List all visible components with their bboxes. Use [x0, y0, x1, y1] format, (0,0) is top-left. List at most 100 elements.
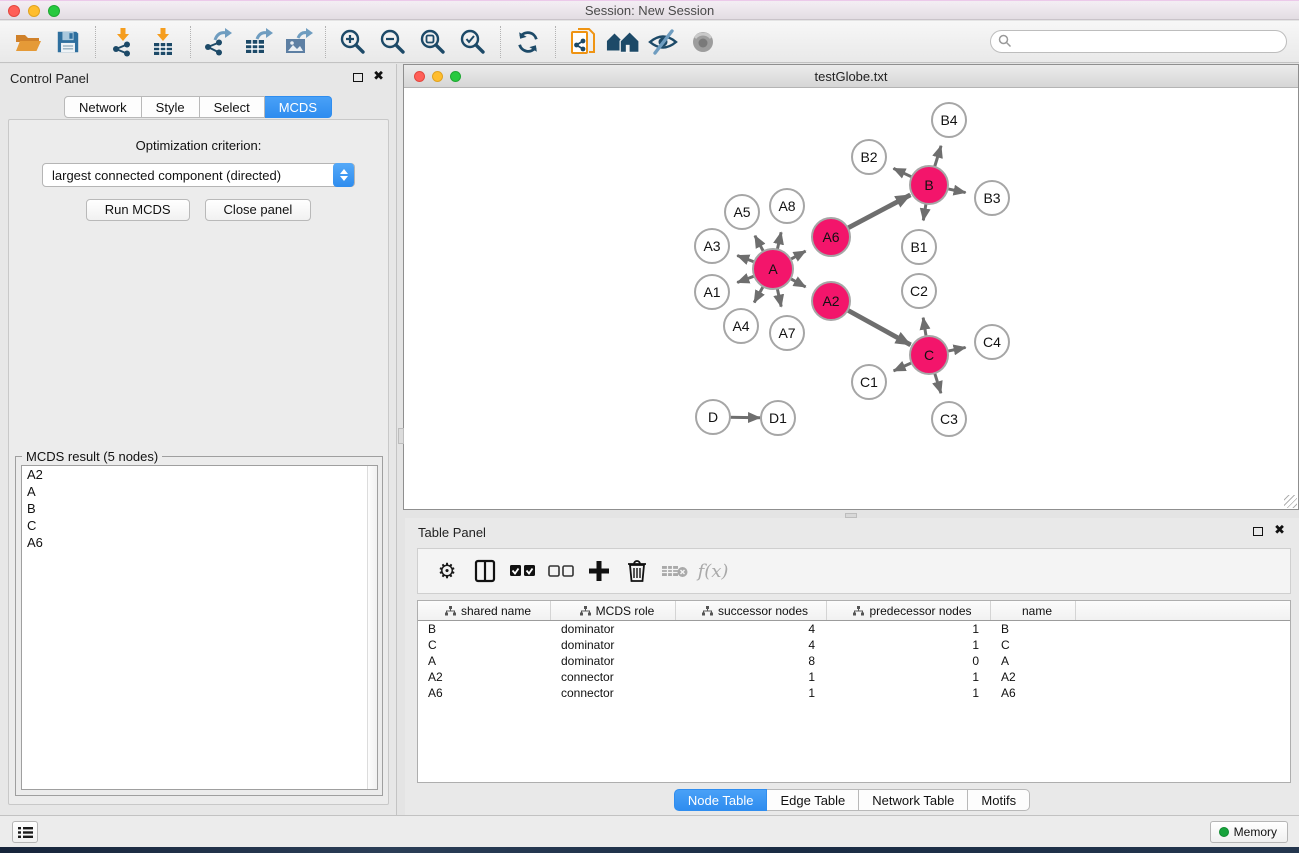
network-window-titlebar[interactable]: testGlobe.txt — [404, 65, 1298, 88]
toolbar-separator — [555, 26, 556, 58]
tab-style[interactable]: Style — [142, 96, 200, 118]
edge-C-C1[interactable] — [894, 362, 914, 371]
function-builder-icon[interactable]: f(x) — [698, 555, 728, 587]
network-canvas[interactable]: ABCA6A2A1A3A4A5A7A8B1B2B3B4C1C2C3C4DD1 — [405, 88, 1297, 508]
edge-C-C2[interactable] — [923, 318, 926, 339]
cell-successor-nodes: 8 — [676, 653, 827, 669]
delete-table-icon[interactable] — [660, 555, 690, 587]
edge-C-C3[interactable] — [934, 371, 941, 393]
window-resize-grip[interactable] — [1284, 495, 1297, 508]
memory-button[interactable]: Memory — [1210, 821, 1288, 843]
column-header-name[interactable]: name — [991, 601, 1076, 620]
refresh-glyph — [515, 29, 541, 55]
new-network-from-selection-icon[interactable] — [563, 25, 603, 59]
edge-C-C4[interactable] — [946, 347, 966, 351]
tab-node-table[interactable]: Node Table — [674, 789, 768, 811]
close-panel-button[interactable]: Close panel — [205, 199, 312, 221]
float-table-panel-icon[interactable] — [1253, 527, 1263, 536]
export-image-icon[interactable] — [278, 25, 318, 59]
tab-network-table[interactable]: Network Table — [859, 789, 968, 811]
edge-A-A7[interactable] — [777, 287, 781, 307]
refresh-layout-icon[interactable] — [508, 25, 548, 59]
search-input[interactable] — [990, 30, 1287, 53]
mcds-result-item[interactable]: B — [22, 500, 377, 517]
cell-shared-name: C — [418, 637, 551, 653]
mcds-result-item[interactable]: A — [22, 483, 377, 500]
zoom-out-icon[interactable] — [373, 25, 413, 59]
task-history-button[interactable] — [12, 821, 38, 843]
splitter-grip-vertical[interactable] — [398, 428, 404, 444]
cell-successor-nodes: 1 — [676, 685, 827, 701]
mcds-tab-content: Optimization criterion: largest connecte… — [8, 119, 389, 805]
table-row[interactable]: A2connector11A2 — [418, 669, 1290, 685]
table-row[interactable]: Cdominator41C — [418, 637, 1290, 653]
hierarchy-icon — [853, 606, 864, 616]
zoom-out-glyph — [379, 28, 407, 56]
deselect-all-checks-icon[interactable] — [546, 555, 576, 587]
column-header-label: MCDS role — [596, 604, 655, 618]
import-network-icon[interactable] — [103, 25, 143, 59]
cell-mcds-role: connector — [551, 685, 676, 701]
zoom-selected-glyph — [459, 28, 487, 56]
zoom-fit-glyph — [419, 28, 447, 56]
close-panel-icon[interactable]: ✖ — [373, 69, 384, 84]
edge-B-B2[interactable] — [893, 168, 913, 177]
column-header-predecessor-nodes[interactable]: predecessor nodes — [827, 601, 991, 620]
optimization-criterion-select[interactable]: largest connected component (directed) — [42, 163, 355, 187]
cell-name: C — [991, 637, 1076, 653]
tab-edge-table[interactable]: Edge Table — [767, 789, 859, 811]
hide-selected-icon[interactable] — [643, 25, 683, 59]
column-header-filler — [1076, 601, 1290, 620]
edge-B-B4[interactable] — [934, 146, 941, 169]
zoom-fit-icon[interactable] — [413, 25, 453, 59]
column-header-label: name — [1022, 604, 1052, 618]
edge-A6-B[interactable] — [846, 195, 910, 229]
column-header-successor-nodes[interactable]: successor nodes — [676, 601, 827, 620]
edge-A2-C[interactable] — [846, 309, 911, 345]
column-header-shared-name[interactable]: shared name — [418, 601, 551, 620]
import-table-icon[interactable] — [143, 25, 183, 59]
node-label-C4: C4 — [983, 334, 1001, 350]
control-panel-header: Control Panel ✖ — [0, 64, 396, 94]
open-file-icon[interactable] — [8, 25, 48, 59]
folder-icon — [14, 28, 42, 56]
export-network-icon[interactable] — [198, 25, 238, 59]
node-label-B: B — [924, 177, 933, 193]
delete-columns-icon[interactable] — [622, 555, 652, 587]
first-neighbors-icon[interactable] — [603, 25, 643, 59]
edge-A-A4[interactable] — [754, 285, 764, 303]
table-settings-icon[interactable]: ⚙ — [432, 555, 462, 587]
show-all-icon[interactable] — [683, 25, 723, 59]
tab-network[interactable]: Network — [64, 96, 142, 118]
table-row[interactable]: Bdominator41B — [418, 621, 1290, 637]
mcds-result-list[interactable]: A2ABCA6 — [21, 465, 378, 790]
zoom-selected-icon[interactable] — [453, 25, 493, 59]
tab-motifs[interactable]: Motifs — [968, 789, 1030, 811]
export-table-icon[interactable] — [238, 25, 278, 59]
zoom-in-icon[interactable] — [333, 25, 373, 59]
table-panel-title: Table Panel — [418, 525, 486, 540]
table-row[interactable]: Adominator80A — [418, 653, 1290, 669]
run-mcds-button[interactable]: Run MCDS — [86, 199, 190, 221]
create-column-icon[interactable] — [584, 555, 614, 587]
optimization-criterion-label: Optimization criterion: — [9, 138, 388, 153]
column-header-mcds-role[interactable]: MCDS role — [551, 601, 676, 620]
tab-mcds[interactable]: MCDS — [265, 96, 332, 118]
mcds-result-item[interactable]: C — [22, 517, 377, 534]
edge-B-B3[interactable] — [946, 188, 966, 192]
cell-shared-name: A2 — [418, 669, 551, 685]
table-row[interactable]: A6connector11A6 — [418, 685, 1290, 701]
tab-select[interactable]: Select — [200, 96, 265, 118]
node-label-A5: A5 — [733, 204, 750, 220]
list-scrollbar[interactable] — [367, 466, 377, 789]
mcds-result-item[interactable]: A2 — [22, 466, 377, 483]
select-all-checks-icon[interactable] — [508, 555, 538, 587]
show-columns-icon[interactable] — [470, 555, 500, 587]
save-session-icon[interactable] — [48, 25, 88, 59]
float-panel-icon[interactable] — [353, 73, 363, 82]
node-label-A8: A8 — [778, 198, 795, 214]
mcds-result-item[interactable]: A6 — [22, 534, 377, 551]
edge-A-A3[interactable] — [737, 256, 756, 263]
edge-A-A1[interactable] — [737, 275, 756, 282]
close-table-panel-icon[interactable]: ✖ — [1274, 523, 1285, 538]
